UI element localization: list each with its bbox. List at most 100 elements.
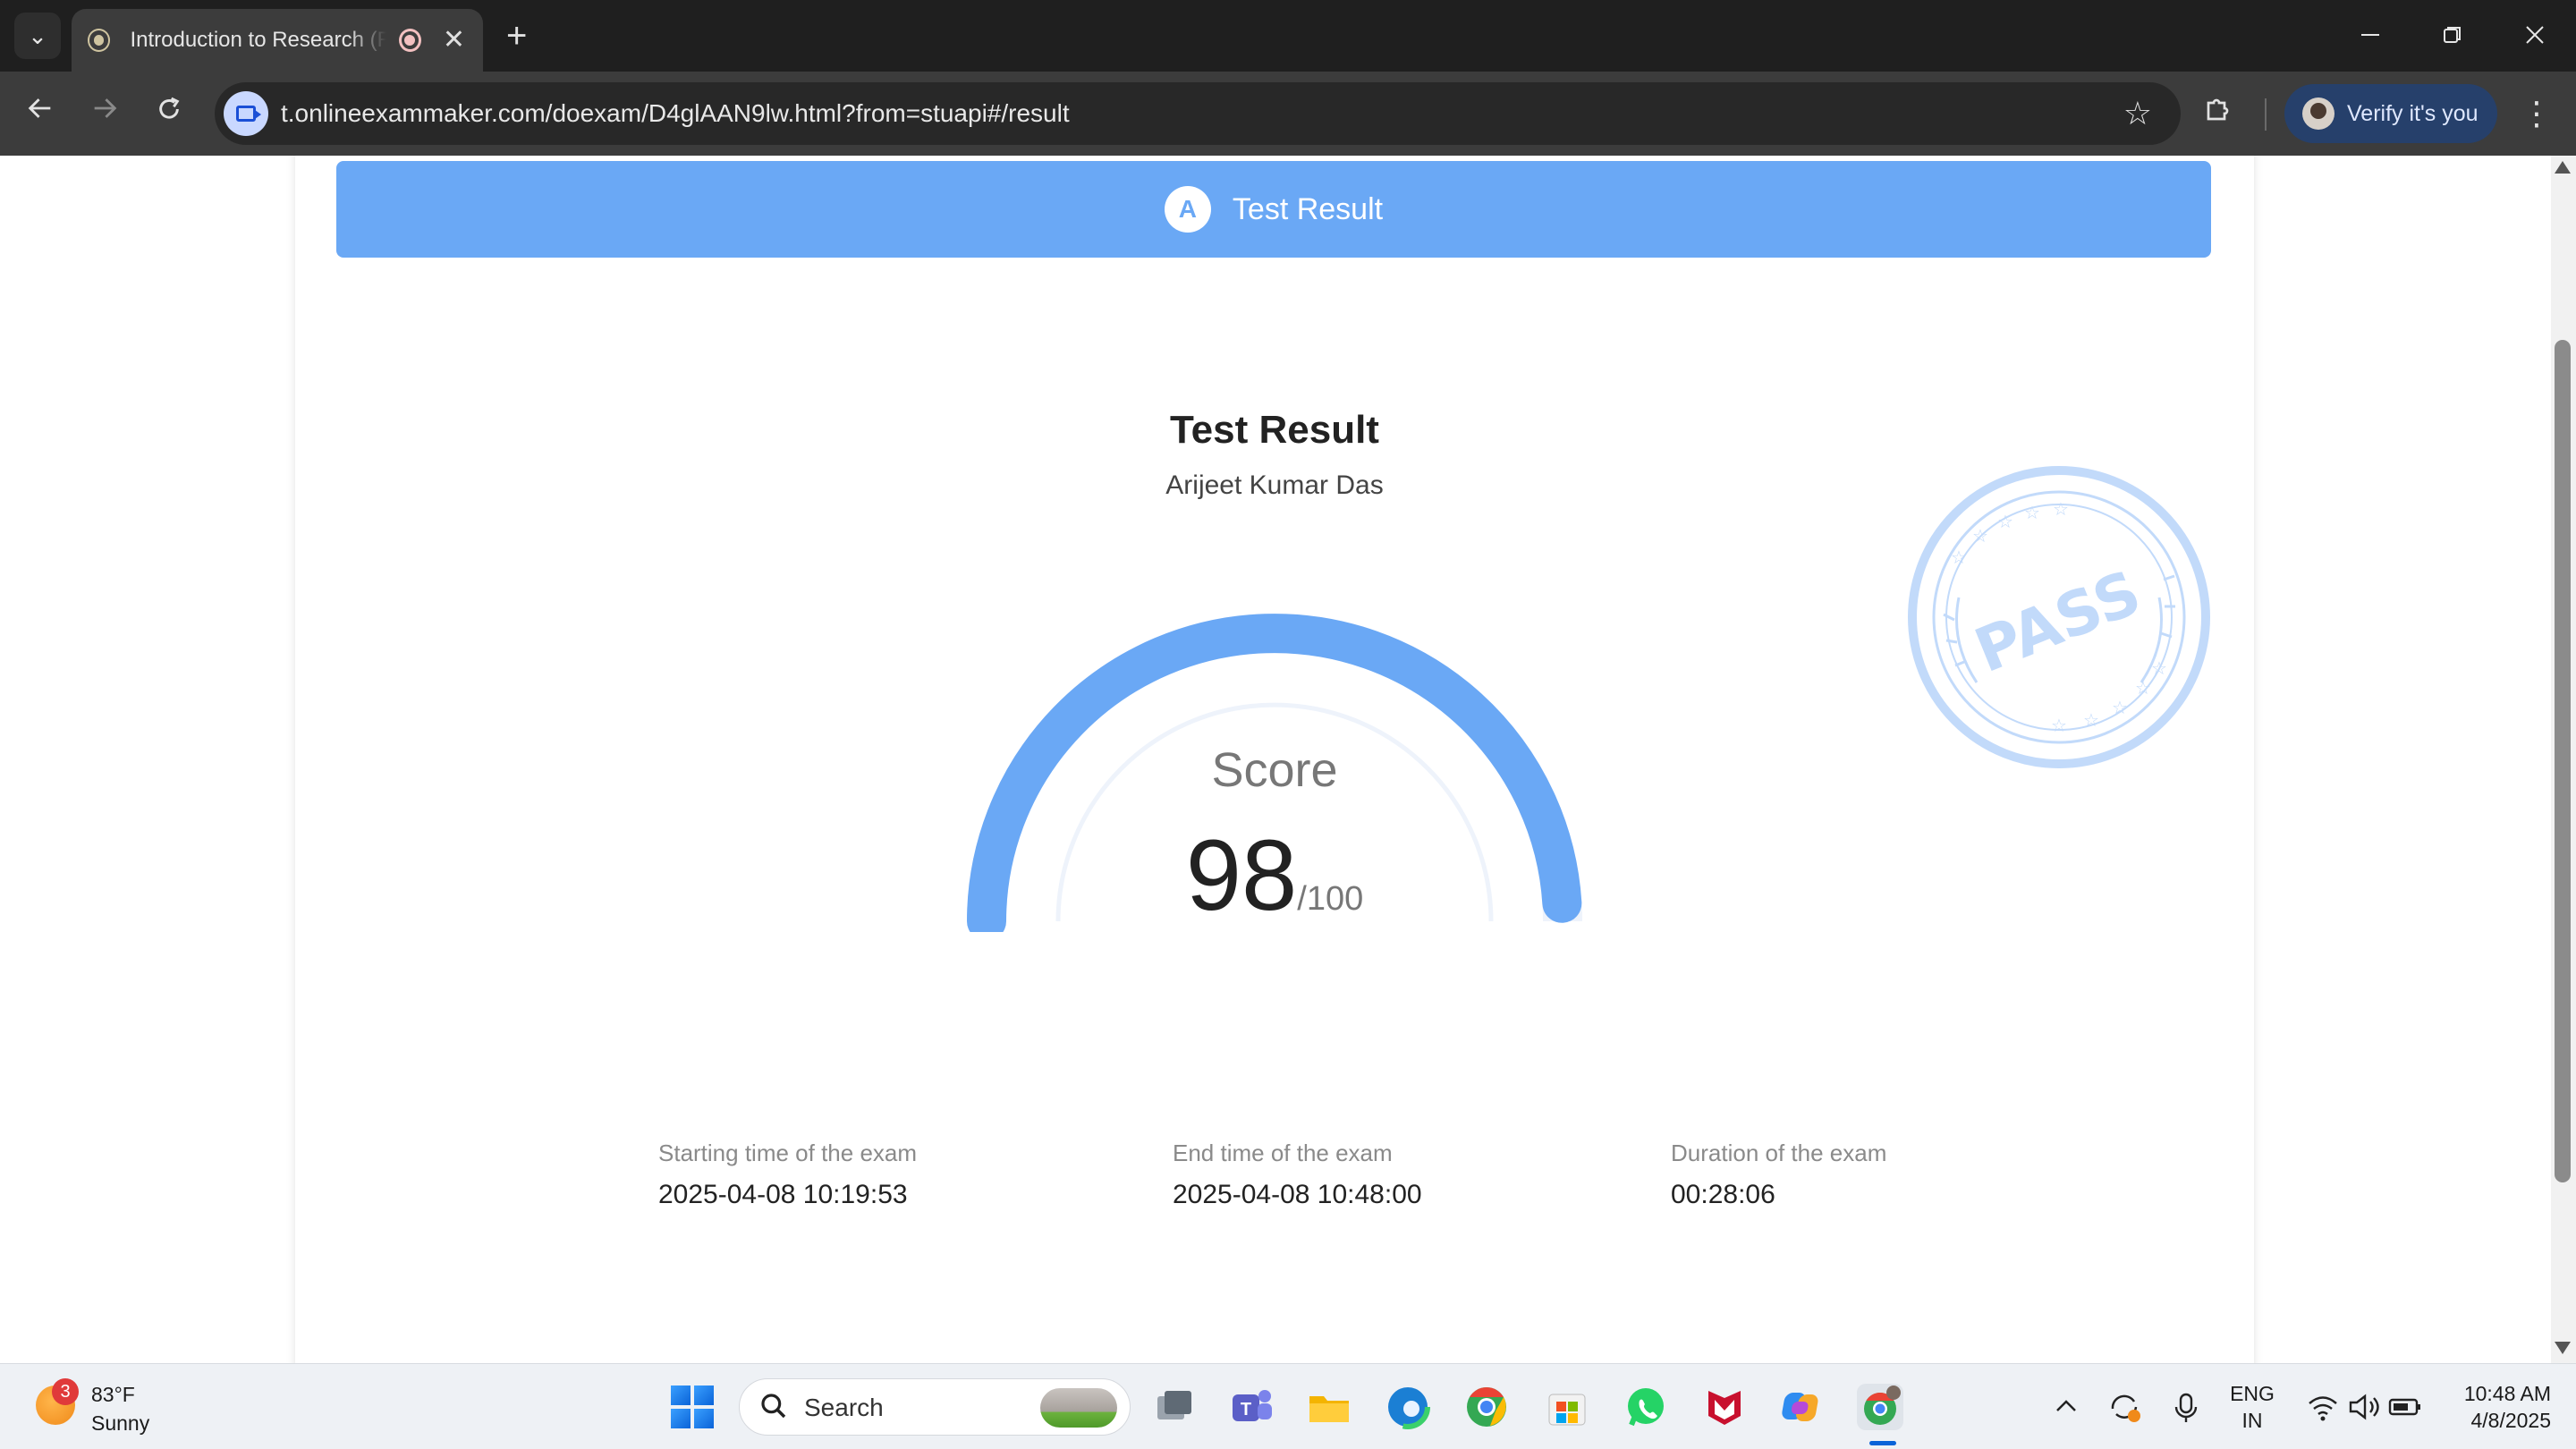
sun-icon: 3	[36, 1378, 79, 1425]
clock[interactable]: 10:48 AM 4/8/2025	[2440, 1380, 2551, 1434]
address-bar[interactable]: t.onlineexammaker.com/doexam/D4glAAN9lw.…	[215, 82, 2181, 145]
reload-button[interactable]	[148, 93, 190, 134]
exam-start-info: Starting time of the exam 2025-04-08 10:…	[658, 1140, 917, 1210]
minimize-window-button[interactable]	[2343, 13, 2397, 59]
teams-icon[interactable]: T	[1229, 1384, 1275, 1430]
bookmark-star-icon[interactable]: ☆	[2123, 82, 2152, 145]
chevron-up-icon[interactable]	[2048, 1384, 2084, 1430]
file-explorer-icon[interactable]	[1306, 1384, 1352, 1430]
chevron-down-icon: ⌄	[28, 21, 47, 49]
site-info-icon[interactable]	[224, 91, 268, 136]
svg-text:☆: ☆	[2051, 715, 2067, 736]
sync-icon[interactable]	[2104, 1384, 2145, 1430]
result-banner: A Test Result	[336, 161, 2211, 258]
svg-text:☆: ☆	[2083, 709, 2099, 731]
svg-text:T: T	[1241, 1400, 1251, 1419]
arrow-left-icon	[28, 98, 51, 118]
browser-toolbar: t.onlineexammaker.com/doexam/D4glAAN9lw.…	[0, 72, 2576, 156]
windows-taskbar: 3 83°F Sunny Search T ENG IN 10:48 AM 4/…	[0, 1363, 2576, 1449]
browser-tab-strip: ⌄ Introduction to Research (Research) ✕ …	[0, 0, 2576, 72]
site-favicon-icon	[89, 30, 109, 50]
scrollbar-thumb[interactable]	[2555, 340, 2571, 1182]
exam-duration-value: 00:28:06	[1671, 1180, 1775, 1209]
clock-date: 4/8/2025	[2470, 1409, 2551, 1432]
wifi-icon[interactable]	[2302, 1384, 2343, 1430]
browser-menu-icon[interactable]: ⋮	[2519, 91, 2555, 136]
pass-stamp: ☆☆☆ ☆ ☆ ☆ ☆☆☆☆ PASS	[1908, 466, 2210, 768]
stamp-label: PASS	[1966, 557, 2151, 687]
exam-end-value: 2025-04-08 10:48:00	[1173, 1180, 1422, 1209]
extensions-puzzle-icon[interactable]	[2197, 91, 2241, 136]
chrome-profile-icon[interactable]	[1857, 1384, 1903, 1430]
close-icon	[2526, 26, 2544, 44]
windows-start-icon[interactable]	[671, 1385, 714, 1428]
weather-condition: Sunny	[91, 1411, 150, 1435]
task-view-icon[interactable]	[1152, 1384, 1199, 1430]
active-app-indicator	[1869, 1441, 1896, 1445]
tab-search-button[interactable]: ⌄	[14, 13, 61, 59]
weather-widget[interactable]: 3 83°F Sunny	[36, 1378, 150, 1437]
close-window-button[interactable]	[2508, 13, 2562, 59]
language-code: ENG	[2230, 1382, 2275, 1405]
score-display: 98/100	[1051, 818, 1498, 933]
restore-icon	[2444, 27, 2461, 43]
toolbar-divider	[2265, 98, 2267, 131]
url-text[interactable]: t.onlineexammaker.com/doexam/D4glAAN9lw.…	[281, 82, 1070, 145]
exam-start-value: 2025-04-08 10:19:53	[658, 1180, 908, 1209]
whatsapp-icon[interactable]	[1623, 1384, 1669, 1430]
exam-duration-info: Duration of the exam 00:28:06	[1671, 1140, 1886, 1210]
verify-profile-button[interactable]: Verify it's you	[2284, 84, 2497, 143]
copilot-icon[interactable]	[1780, 1384, 1826, 1430]
battery-icon[interactable]	[2385, 1384, 2426, 1430]
verify-label: Verify it's you	[2347, 100, 2479, 126]
edge-browser-icon[interactable]	[1385, 1384, 1431, 1430]
profile-avatar	[2302, 97, 2334, 130]
svg-text:☆: ☆	[2024, 502, 2040, 523]
language-indicator[interactable]: ENG IN	[2224, 1380, 2281, 1434]
exam-duration-label: Duration of the exam	[1671, 1140, 1887, 1166]
tab-close-button[interactable]: ✕	[443, 27, 465, 54]
svg-text:☆: ☆	[2112, 697, 2128, 718]
svg-text:☆: ☆	[1972, 525, 1988, 547]
taskbar-search-box[interactable]: Search	[739, 1378, 1131, 1436]
svg-text:☆: ☆	[2151, 657, 2167, 679]
back-button[interactable]	[20, 93, 61, 134]
score-value: 98	[1185, 819, 1298, 931]
exam-start-label: Starting time of the exam	[658, 1140, 918, 1166]
result-title: Test Result	[1170, 408, 1379, 452]
tab-title: Introduction to Research (Research)	[130, 28, 386, 52]
exam-end-info: End time of the exam 2025-04-08 10:48:00	[1173, 1140, 1422, 1210]
score-max: /100	[1297, 880, 1364, 918]
scroll-down-arrow-icon[interactable]	[2555, 1342, 2571, 1354]
volume-icon[interactable]	[2343, 1384, 2385, 1430]
svg-text:☆: ☆	[1951, 547, 1967, 568]
search-icon	[759, 1392, 788, 1427]
reload-icon	[159, 97, 180, 119]
weather-temperature: 83°F	[91, 1383, 135, 1406]
arrow-right-icon	[94, 98, 117, 118]
notification-badge: 3	[52, 1378, 79, 1405]
svg-text:☆: ☆	[2053, 498, 2069, 520]
minimize-icon	[2361, 34, 2379, 36]
new-tab-button[interactable]: +	[506, 16, 527, 55]
recording-indicator-icon	[398, 29, 421, 52]
restore-window-button[interactable]	[2426, 13, 2479, 59]
search-label: Search	[804, 1394, 884, 1421]
search-highlight-image	[1040, 1388, 1117, 1428]
banner-title: Test Result	[1232, 191, 1384, 226]
forward-button[interactable]	[84, 93, 125, 134]
browser-tab-active[interactable]: Introduction to Research (Research) ✕	[72, 9, 483, 72]
clock-time: 10:48 AM	[2463, 1382, 2551, 1405]
svg-text:☆: ☆	[1997, 511, 2013, 532]
grade-a-icon: A	[1164, 186, 1211, 233]
microsoft-store-icon[interactable]	[1544, 1384, 1590, 1430]
svg-text:☆: ☆	[2135, 677, 2151, 699]
exam-end-label: End time of the exam	[1173, 1140, 1393, 1166]
scroll-up-arrow-icon[interactable]	[2555, 161, 2571, 174]
region-code: IN	[2241, 1409, 2263, 1432]
score-label: Score	[1211, 743, 1338, 797]
mcafee-icon[interactable]	[1701, 1384, 1748, 1430]
page-viewport: A Test Result Test Result Arijeet Kumar …	[0, 156, 2576, 1363]
chrome-browser-icon[interactable]	[1463, 1384, 1510, 1430]
microphone-icon[interactable]	[2168, 1384, 2204, 1430]
